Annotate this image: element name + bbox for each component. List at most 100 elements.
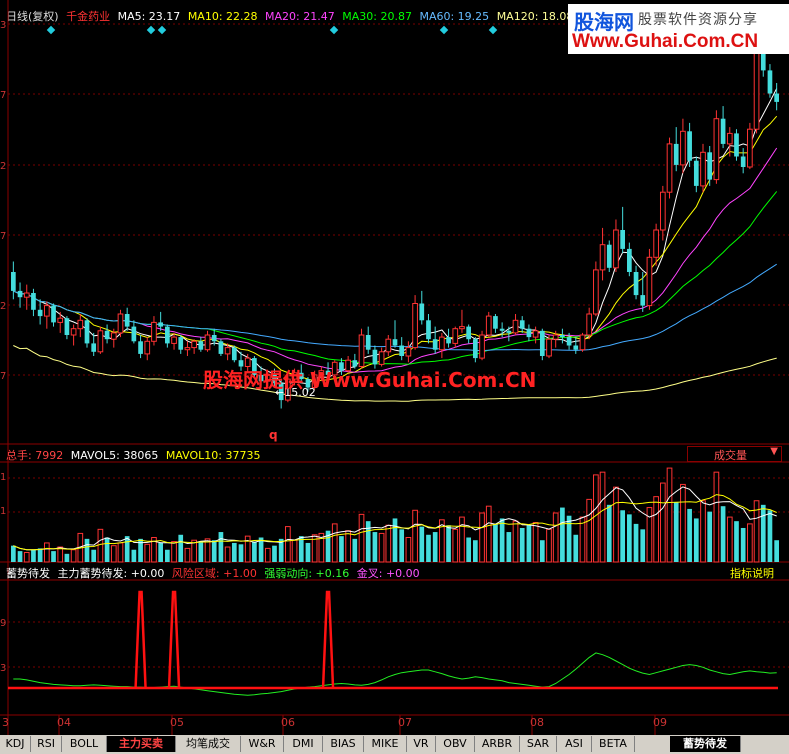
mavol10-label: MAVOL10: 37735: [165, 449, 261, 462]
candle-body-up: [151, 321, 157, 342]
volume-bar-up: [747, 523, 753, 563]
candle-body-up: [753, 46, 760, 130]
candle-body-down: [84, 320, 90, 344]
tab-avg-trade[interactable]: 均笔成交: [176, 736, 241, 752]
volume-bar-up: [659, 482, 666, 563]
tab-beta[interactable]: BETA: [592, 736, 635, 752]
candle-body-up: [378, 351, 385, 365]
tab-main-force[interactable]: 主力买卖: [107, 736, 176, 752]
indicator-golden: 金叉: +0.00: [356, 567, 420, 580]
volume-bar-down: [84, 538, 90, 562]
volume-bar-down: [31, 549, 36, 562]
candle-body-down: [11, 272, 16, 291]
tab-kdj[interactable]: KDJ: [0, 736, 31, 752]
candle-body-down: [158, 322, 163, 327]
volume-bar-up: [552, 512, 559, 563]
candle-body-down: [446, 337, 451, 344]
watermark-url: Www.Guhai.Com.CN: [572, 31, 759, 52]
candle-body-up: [700, 151, 706, 187]
candle-body-down: [211, 335, 217, 342]
tab-boll[interactable]: BOLL: [62, 736, 107, 752]
tab-xushi-daifa[interactable]: 蓄势待发: [670, 736, 741, 752]
volume-bar-up: [680, 483, 686, 563]
candle-body-down: [707, 152, 713, 180]
volume-bar-down: [37, 548, 43, 562]
volume-bar-down: [606, 504, 612, 562]
volume-bar-down: [493, 523, 498, 562]
candle-body-up: [479, 334, 485, 359]
candle-body-up: [680, 130, 686, 166]
volume-bar-down: [91, 549, 97, 562]
candle-body-down: [432, 339, 438, 350]
volume-bar-down: [365, 521, 371, 562]
tab-obv[interactable]: OBV: [436, 736, 475, 752]
volume-bar-down: [211, 540, 217, 562]
volume-bar-up: [599, 471, 606, 563]
volume-bar-down: [539, 540, 545, 562]
indicator-lines: [8, 590, 778, 696]
tab-vr[interactable]: VR: [407, 736, 436, 752]
volume-bar-up: [117, 542, 124, 563]
volume-bar-down: [633, 523, 639, 562]
chevron-down-icon[interactable]: ▼: [770, 446, 778, 457]
candle-body-up: [512, 319, 519, 334]
candle-body-up: [97, 330, 104, 353]
candle-body-down: [365, 335, 371, 350]
main-force-spike: [321, 590, 335, 689]
volume-bar-down: [687, 508, 692, 562]
candle-body-up: [552, 334, 559, 340]
candle-body-down: [767, 70, 773, 94]
volume-bar-up: [726, 516, 733, 563]
candle-body-up: [23, 292, 30, 298]
candle-body-down: [673, 143, 679, 165]
candle-body-down: [426, 320, 431, 340]
volume-bar-up: [700, 500, 706, 563]
tab-sar[interactable]: SAR: [520, 736, 557, 752]
volume-bar-up: [171, 541, 177, 563]
volume-bar-down: [231, 542, 237, 562]
main-force-spike: [167, 590, 181, 689]
indicator-header: 蓄势待发 主力蓄势待发: +0.00 风险区域: +1.00 强弱动向: +0.…: [6, 565, 424, 581]
volume-bar-down: [426, 534, 431, 562]
tab-dmi[interactable]: DMI: [284, 736, 323, 752]
volume-bar-down: [499, 518, 505, 562]
x-axis-label: 08: [530, 716, 544, 729]
watermark-banner: 股海网 股票软件资源分享 Www.Guhai.Com.CN: [568, 4, 789, 54]
candle-body-down: [640, 295, 646, 306]
volume-bar-down: [51, 551, 56, 562]
moving-average-lines: [13, 88, 778, 402]
tab-arbr[interactable]: ARBR: [475, 736, 520, 752]
candle-body-down: [37, 309, 43, 317]
volume-axis-label: 1: [0, 472, 7, 483]
volume-bar-down: [760, 504, 766, 562]
volume-bar-up: [405, 537, 412, 563]
volume-bar-down: [767, 510, 773, 562]
candle-body-down: [372, 349, 378, 365]
candle-body-up: [358, 334, 365, 367]
candle-body-up: [57, 317, 64, 323]
tab-rsi[interactable]: RSI: [31, 736, 62, 752]
indicator-help-link[interactable]: 指标说明: [730, 565, 774, 581]
tab-bias[interactable]: BIAS: [323, 736, 364, 752]
volume-bar-up: [412, 509, 418, 563]
volume-bar-down: [734, 521, 739, 562]
indicator-main: 主力蓄势待发: +0.00: [57, 567, 165, 580]
candle-body-down: [124, 314, 130, 327]
candle-body-down: [566, 337, 572, 346]
volume-axis-label: 1: [0, 506, 7, 517]
volume-bar-up: [358, 513, 365, 563]
volume-bar-up: [345, 530, 351, 563]
volume-indicator-select[interactable]: 成交量 ▼: [687, 446, 782, 462]
volume-total: 总手: 7992: [6, 449, 64, 462]
volume-bar-down: [740, 527, 746, 562]
candle-body-down: [138, 341, 143, 354]
candle-body-down: [499, 328, 505, 331]
volume-bar-up: [57, 546, 64, 563]
volume-bar-down: [158, 542, 163, 562]
candle-body-up: [586, 313, 593, 336]
volume-bar-up: [613, 486, 619, 563]
tab-wr[interactable]: W&R: [241, 736, 284, 752]
tab-mike[interactable]: MIKE: [364, 736, 407, 752]
candle-body-up: [184, 347, 191, 351]
tab-asi[interactable]: ASI: [557, 736, 592, 752]
